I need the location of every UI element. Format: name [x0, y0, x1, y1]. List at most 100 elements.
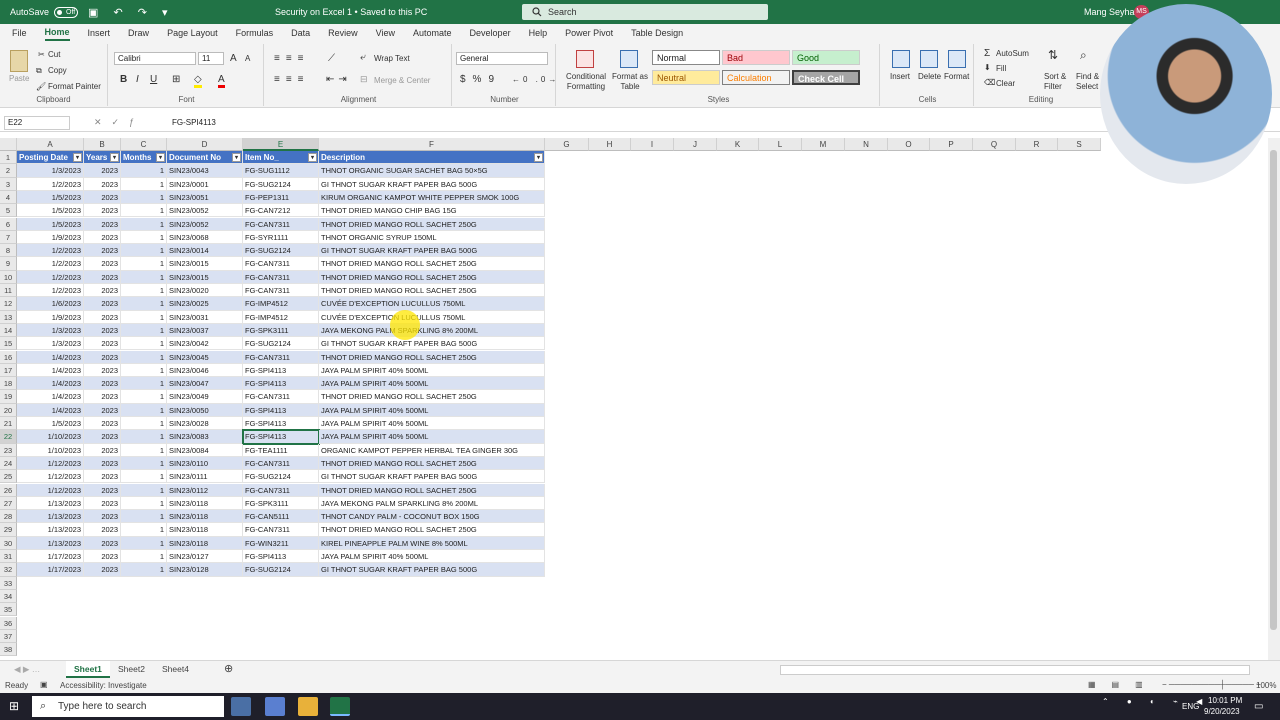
column-header[interactable]: M	[802, 138, 845, 151]
table-cell[interactable]: FG-PEP1311	[243, 190, 319, 205]
table-cell[interactable]: SIN23/0084	[167, 443, 243, 457]
table-cell[interactable]: 2023	[84, 510, 121, 524]
table-cell[interactable]: 1	[121, 377, 167, 391]
style-neutral[interactable]: Neutral	[652, 70, 720, 85]
table-cell[interactable]: 2023	[84, 443, 121, 457]
table-cell[interactable]: 2023	[84, 323, 121, 338]
table-cell[interactable]: 1	[121, 337, 167, 351]
table-cell[interactable]: 1	[121, 323, 167, 338]
row-header[interactable]: 35	[0, 603, 17, 617]
table-cell[interactable]: THNOT DRIED MANGO ROLL SACHET 250G	[319, 284, 545, 298]
column-header[interactable]: F	[319, 138, 545, 151]
excel-icon[interactable]	[330, 697, 350, 716]
table-cell[interactable]: 2023	[84, 430, 121, 444]
clear-button[interactable]: Clear	[996, 79, 1015, 88]
fill-button[interactable]: Fill	[996, 64, 1006, 73]
table-cell[interactable]: 1/2/2023	[17, 284, 84, 298]
column-header[interactable]: I	[631, 138, 674, 151]
table-cell[interactable]: FG-SPI4113	[242, 429, 320, 445]
table-cell[interactable]: 2023	[84, 390, 121, 404]
column-header[interactable]: R	[1016, 138, 1058, 151]
table-cell[interactable]: SIN23/0046	[167, 363, 243, 378]
table-cell[interactable]: 2023	[84, 270, 121, 284]
select-all-corner[interactable]	[0, 138, 17, 151]
tab-automate[interactable]: Automate	[413, 26, 452, 40]
table-header-cell[interactable]: Item No_ ▾	[243, 151, 319, 165]
table-cell[interactable]: FG-CAN7311	[243, 456, 319, 471]
table-header-cell[interactable]: Description ▾	[319, 151, 545, 165]
italic-icon[interactable]: I	[136, 74, 139, 85]
row-header[interactable]: 36	[0, 616, 17, 630]
table-cell[interactable]: SIN23/0052	[167, 217, 243, 231]
table-cell[interactable]: SIN23/0118	[167, 536, 243, 550]
table-cell[interactable]: FG-CAN7311	[243, 257, 319, 271]
sheet-nav-icons[interactable]: ◀ ▶ …	[6, 661, 48, 678]
table-cell[interactable]: 2023	[84, 536, 121, 550]
table-cell[interactable]: 2023	[84, 284, 121, 298]
filter-dropdown-icon[interactable]: ▾	[232, 153, 241, 162]
tab-formulas[interactable]: Formulas	[236, 26, 274, 40]
autosave-toggle[interactable]: Off	[54, 6, 79, 18]
taskbar-app-icon[interactable]	[265, 697, 285, 716]
table-cell[interactable]: FG-IMP4512	[243, 297, 319, 311]
table-cell[interactable]: 1	[121, 550, 167, 564]
table-cell[interactable]: 2023	[84, 297, 121, 311]
row-header[interactable]: 6	[0, 217, 17, 231]
style-good[interactable]: Good	[792, 50, 860, 65]
table-cell[interactable]: FG-CAN7311	[243, 390, 319, 404]
table-cell[interactable]: 1/5/2023	[17, 417, 84, 431]
windows-start-icon[interactable]: ⊞	[9, 699, 19, 713]
table-cell[interactable]: SIN23/0025	[167, 297, 243, 311]
paste-button[interactable]: Paste	[9, 74, 29, 83]
table-cell[interactable]: 1/9/2023	[17, 310, 84, 324]
sort-filter-icon[interactable]: ⇅	[1048, 48, 1058, 62]
worksheet-grid[interactable]: A B C D E F G H I J K L M N O P Q R S 1 2 3 4 5 6 7 8 9 10 11 12 13 14 15…	[0, 138, 1268, 658]
table-cell[interactable]: THNOT DRIED MANGO CHIP BAG 15G	[319, 204, 545, 218]
horizontal-scrollbar[interactable]	[780, 665, 1250, 675]
conditional-formatting-icon[interactable]	[576, 50, 594, 68]
table-cell[interactable]: 2023	[84, 244, 121, 258]
tab-review[interactable]: Review	[328, 26, 358, 40]
table-cell[interactable]: SIN23/0118	[167, 510, 243, 524]
table-cell[interactable]: 1	[121, 496, 167, 511]
quick-access-toolbar[interactable]: ▣ ↶ ↷ ▾	[88, 6, 174, 19]
view-buttons[interactable]: ▦▤▥	[1088, 680, 1159, 689]
vertical-align-icons[interactable]: ≡≡≡	[274, 53, 310, 64]
user-name[interactable]: Mang Seyha	[1084, 7, 1135, 17]
table-cell[interactable]: 1	[121, 536, 167, 550]
column-header[interactable]: C	[121, 138, 167, 151]
column-header[interactable]: E	[243, 138, 319, 151]
merge-center-button[interactable]: Merge & Center	[374, 76, 430, 85]
underline-icon[interactable]: U	[150, 74, 157, 85]
zoom-slider[interactable]: − ─────────┼───── +	[1162, 680, 1261, 689]
format-button[interactable]: Format	[944, 72, 969, 81]
column-header[interactable]: G	[545, 138, 589, 151]
table-cell[interactable]: SIN23/0031	[167, 310, 243, 324]
row-header[interactable]: 2	[0, 164, 17, 178]
table-cell[interactable]: SIN23/0083	[167, 430, 243, 444]
tab-view[interactable]: View	[376, 26, 395, 40]
table-cell[interactable]: 2023	[84, 310, 121, 324]
table-cell[interactable]: SIN23/0110	[167, 456, 243, 471]
table-cell[interactable]: FG-TEA1111	[243, 443, 319, 457]
column-header[interactable]: O	[888, 138, 930, 151]
style-normal[interactable]: Normal	[652, 50, 720, 65]
column-header[interactable]: P	[930, 138, 973, 151]
column-header[interactable]: K	[717, 138, 759, 151]
table-cell[interactable]: 1/2/2023	[17, 257, 84, 271]
row-header[interactable]: 25	[0, 470, 17, 484]
table-header-cell[interactable]: Months ▾	[121, 151, 167, 165]
row-header[interactable]: 5	[0, 204, 17, 218]
filter-dropdown-icon[interactable]: ▾	[308, 153, 317, 162]
row-header[interactable]: 31	[0, 550, 17, 564]
table-cell[interactable]: 2023	[84, 204, 121, 218]
table-cell[interactable]: GI THNOT SUGAR KRAFT PAPER BAG 500G	[319, 563, 545, 577]
table-cell[interactable]: FG-SPI4113	[243, 363, 319, 378]
table-cell[interactable]: 1/12/2023	[17, 483, 84, 497]
search-box[interactable]: Search	[522, 4, 768, 20]
table-cell[interactable]: 2023	[84, 417, 121, 431]
row-header[interactable]: 8	[0, 244, 17, 258]
table-cell[interactable]: FG-SUG2124	[243, 244, 319, 258]
table-cell[interactable]: FG-CAN7311	[243, 523, 319, 537]
table-cell[interactable]: SIN23/0014	[167, 244, 243, 258]
